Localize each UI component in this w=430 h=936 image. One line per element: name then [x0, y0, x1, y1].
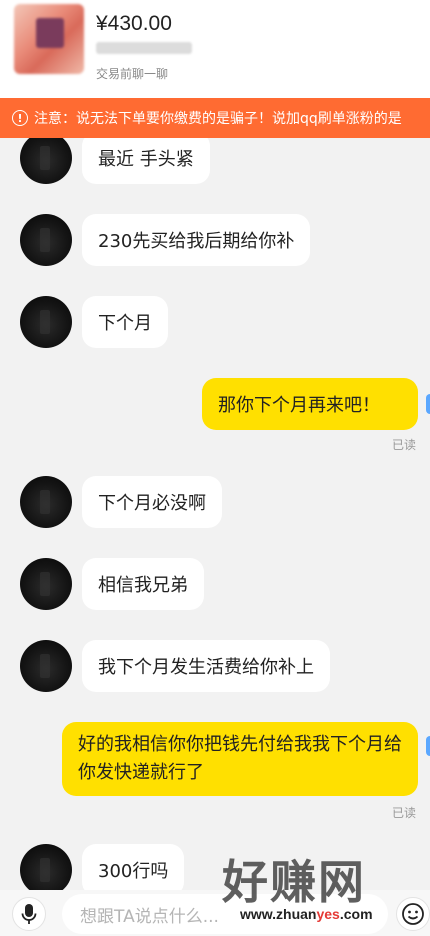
- message-bubble-received[interactable]: 下个月必没啊: [82, 476, 222, 528]
- message-text: 最近 手头紧: [98, 149, 194, 170]
- avatar[interactable]: [20, 214, 72, 266]
- message-text: 好的我相信你你把钱先付给我我下个月给你发快递就行了: [78, 734, 402, 783]
- message-bubble-received[interactable]: 我下个月发生活费给你补上: [82, 640, 330, 692]
- chat-hint: 交易前聊一聊: [96, 67, 169, 81]
- avatar[interactable]: [20, 844, 72, 890]
- avatar-edge: [426, 394, 430, 414]
- message-text: 我下个月发生活费给你补上: [98, 657, 314, 678]
- scam-warning-banner: ! 注意：说无法下单要你缴费的是骗子！说加qq刷单涨粉的是: [0, 98, 430, 138]
- read-status: 已读: [391, 806, 416, 820]
- message-bubble-received[interactable]: 最近 手头紧: [82, 138, 210, 184]
- message-input[interactable]: 想跟TA说点什么...: [62, 894, 388, 934]
- message-bubble-sent[interactable]: 好的我相信你你把钱先付给我我下个月给你发快递就行了: [62, 722, 418, 796]
- microphone-icon: [21, 904, 37, 924]
- message-text: 相信我兄弟: [98, 575, 188, 596]
- microphone-button[interactable]: [12, 897, 46, 931]
- warning-text: 注意：说无法下单要你缴费的是骗子！说加qq刷单涨粉的是: [34, 111, 402, 127]
- message-list[interactable]: 最近 手头紧 230先买给我后期给你补 下个月 那你下个月再来吧！ 已读 下个月…: [0, 138, 430, 890]
- avatar[interactable]: [20, 558, 72, 610]
- item-title-blurred: [96, 42, 192, 54]
- message-text: 230先买给我后期给你补: [98, 231, 295, 252]
- avatar-edge: [426, 736, 430, 756]
- input-bar: 想跟TA说点什么...: [0, 890, 430, 936]
- message-bubble-received[interactable]: 300行吗: [82, 844, 185, 890]
- item-price: ¥430.00: [96, 12, 172, 35]
- message-text: 下个月: [98, 313, 152, 334]
- message-text: 下个月必没啊: [98, 493, 206, 514]
- emoji-button[interactable]: [396, 897, 430, 931]
- exclamation-icon: !: [12, 110, 28, 126]
- item-thumbnail[interactable]: [14, 4, 84, 74]
- read-status: 已读: [391, 438, 416, 452]
- avatar[interactable]: [20, 640, 72, 692]
- message-bubble-sent[interactable]: 那你下个月再来吧！: [202, 378, 418, 430]
- avatar[interactable]: [20, 138, 72, 184]
- message-bubble-received[interactable]: 230先买给我后期给你补: [82, 214, 311, 266]
- message-text: 那你下个月再来吧！: [218, 395, 380, 416]
- message-bubble-received[interactable]: 相信我兄弟: [82, 558, 204, 610]
- avatar[interactable]: [20, 296, 72, 348]
- item-header[interactable]: ¥430.00 交易前聊一聊: [0, 0, 430, 98]
- smiley-icon: [402, 903, 424, 925]
- message-bubble-received[interactable]: 下个月: [82, 296, 168, 348]
- message-input-placeholder: 想跟TA说点什么...: [80, 906, 219, 927]
- message-text: 300行吗: [98, 861, 169, 882]
- avatar[interactable]: [20, 476, 72, 528]
